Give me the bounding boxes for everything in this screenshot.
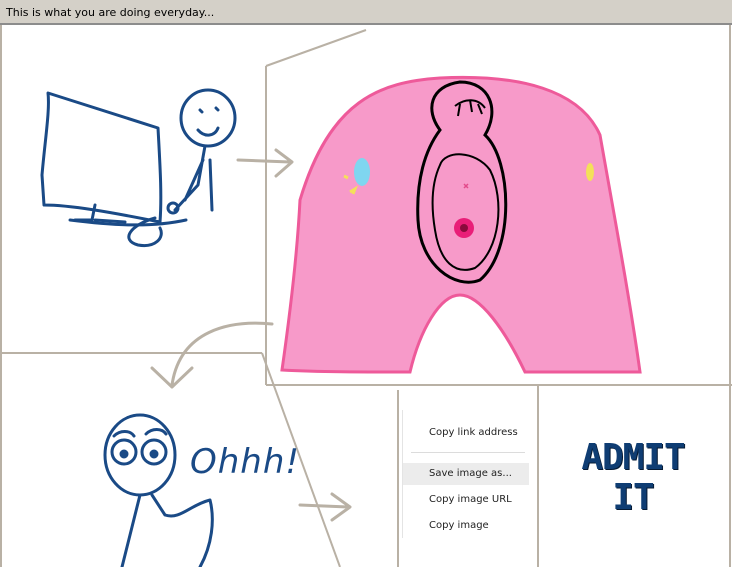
- menu-separator: [411, 452, 525, 453]
- admit-line-two: IT: [612, 477, 654, 518]
- eyebrows: [112, 428, 168, 438]
- menu-item-copy-link[interactable]: Copy link address: [403, 422, 529, 444]
- person-head-one: [179, 88, 237, 148]
- menu-item-copy-image[interactable]: Copy image: [403, 515, 529, 537]
- monitor: [40, 91, 163, 224]
- blue-splash: [354, 158, 370, 186]
- comic-window: This is what you are doing everyday... O…: [0, 0, 732, 567]
- yellow-splash-right: [586, 163, 594, 181]
- window-title: This is what you are doing everyday...: [6, 6, 215, 19]
- pupil-right: [149, 449, 159, 459]
- menu-item-copy-image-url[interactable]: Copy image URL: [403, 489, 529, 511]
- exclamation-text: Ohhh!: [190, 442, 301, 482]
- pink-dot-inner: [460, 224, 468, 232]
- person-hand-one: [166, 201, 180, 215]
- panel-two-drawing: [280, 75, 642, 374]
- panel-three-drawing: [103, 413, 214, 567]
- context-menu: Copy link address Save image as... Copy …: [402, 410, 533, 538]
- arrow-right-two: [298, 492, 352, 522]
- pupil-left: [119, 449, 129, 459]
- person-body-one: [173, 144, 214, 212]
- arrow-curve-down: [150, 321, 274, 389]
- panel-one-drawing: [40, 88, 237, 248]
- menu-item-save-image[interactable]: Save image as...: [403, 463, 529, 485]
- person-body-two: [120, 493, 214, 567]
- title-bar: This is what you are doing everyday...: [0, 0, 732, 25]
- person-face-one: [196, 106, 220, 137]
- admit-it-text: ADMIT IT: [548, 438, 718, 518]
- admit-line-one: ADMIT: [581, 437, 685, 478]
- desk: [68, 218, 188, 227]
